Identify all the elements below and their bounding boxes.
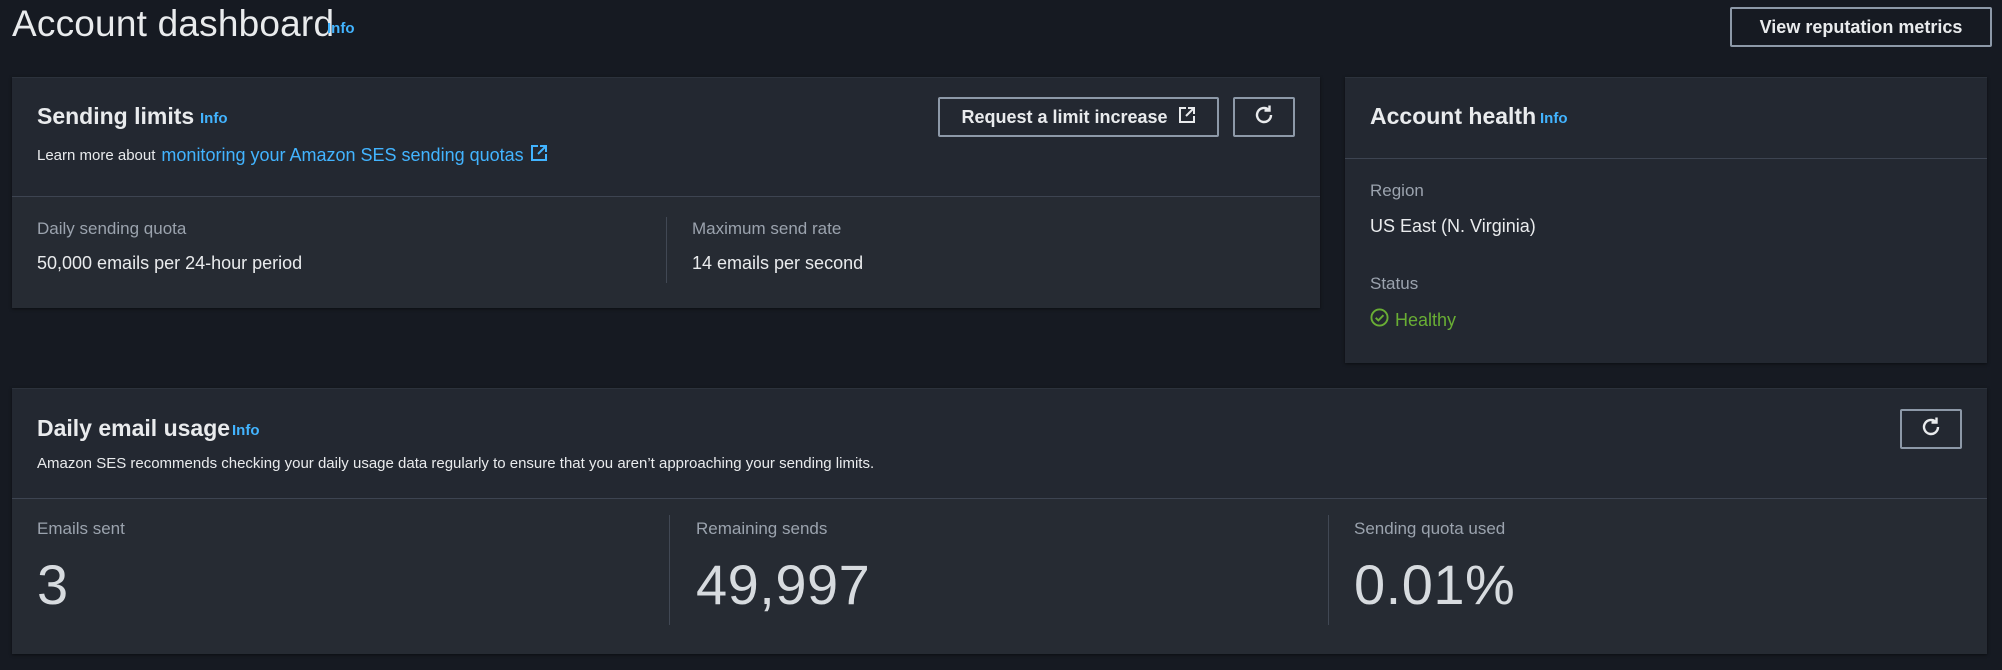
- daily-usage-info-link[interactable]: Info: [232, 422, 260, 439]
- daily-quota-label: Daily sending quota: [37, 219, 187, 238]
- column-separator: [666, 217, 667, 283]
- sending-quota-used-value: 0.01%: [1354, 553, 1516, 616]
- emails-sent-value: 3: [37, 553, 69, 616]
- account-health-title: Account health: [1370, 103, 1537, 129]
- region-label: Region: [1370, 181, 1424, 200]
- daily-usage-description: Amazon SES recommends checking your dail…: [37, 455, 875, 472]
- emails-sent-label: Emails sent: [37, 519, 125, 538]
- sending-limits-body: Daily sending quota 50,000 emails per 24…: [12, 197, 1320, 308]
- sending-quota-used-label: Sending quota used: [1354, 519, 1506, 538]
- learn-more-prefix: Learn more about: [37, 147, 156, 164]
- max-send-rate-value: 14 emails per second: [692, 253, 864, 273]
- account-health-divider: [1345, 158, 1987, 159]
- refresh-icon: [1920, 416, 1942, 443]
- daily-usage-refresh-button[interactable]: [1900, 409, 1962, 449]
- request-limit-increase-label: Request a limit increase: [961, 106, 1168, 127]
- sending-limits-panel: Sending limits Info Learn more about mon…: [12, 77, 1320, 308]
- page-title: Account dashboard: [12, 3, 335, 44]
- learn-more-text: Learn more about monitoring your Amazon …: [37, 144, 548, 167]
- daily-quota-value: 50,000 emails per 24-hour period: [37, 253, 303, 273]
- column-separator: [669, 515, 670, 625]
- page-title-info-link[interactable]: Info: [327, 20, 355, 37]
- sending-limits-info-link[interactable]: Info: [200, 110, 228, 127]
- page-header: Account dashboard Info View reputation m…: [12, 0, 1992, 60]
- account-health-info-link[interactable]: Info: [1540, 110, 1568, 127]
- remaining-sends-value: 49,997: [696, 553, 871, 616]
- account-health-panel: Account health Info Region US East (N. V…: [1345, 77, 1987, 363]
- sending-limits-refresh-button[interactable]: [1233, 97, 1295, 137]
- check-circle-icon: [1370, 308, 1389, 332]
- status-label: Status: [1370, 274, 1419, 293]
- view-reputation-metrics-label: View reputation metrics: [1759, 16, 1963, 37]
- status-badge: Healthy: [1370, 308, 1456, 332]
- daily-usage-body: Emails sent 3 Remaining sends 49,997 Sen…: [12, 499, 1987, 654]
- external-link-icon: [1178, 106, 1196, 129]
- sending-quotas-link-label: monitoring your Amazon SES sending quota…: [161, 145, 524, 165]
- region-value: US East (N. Virginia): [1370, 216, 1536, 236]
- column-separator: [1328, 515, 1329, 625]
- request-limit-increase-button[interactable]: Request a limit increase: [938, 97, 1219, 137]
- view-reputation-metrics-button[interactable]: View reputation metrics: [1730, 7, 1992, 47]
- max-send-rate-label: Maximum send rate: [692, 219, 842, 238]
- sending-limits-title: Sending limits: [37, 103, 195, 129]
- daily-email-usage-panel: Daily email usage Info Amazon SES recomm…: [12, 388, 1987, 654]
- status-value: Healthy: [1395, 309, 1457, 330]
- sending-quotas-link[interactable]: monitoring your Amazon SES sending quota…: [161, 144, 547, 167]
- external-link-icon: [530, 144, 548, 167]
- remaining-sends-label: Remaining sends: [696, 519, 828, 538]
- refresh-icon: [1253, 104, 1275, 131]
- daily-usage-title: Daily email usage: [37, 415, 231, 441]
